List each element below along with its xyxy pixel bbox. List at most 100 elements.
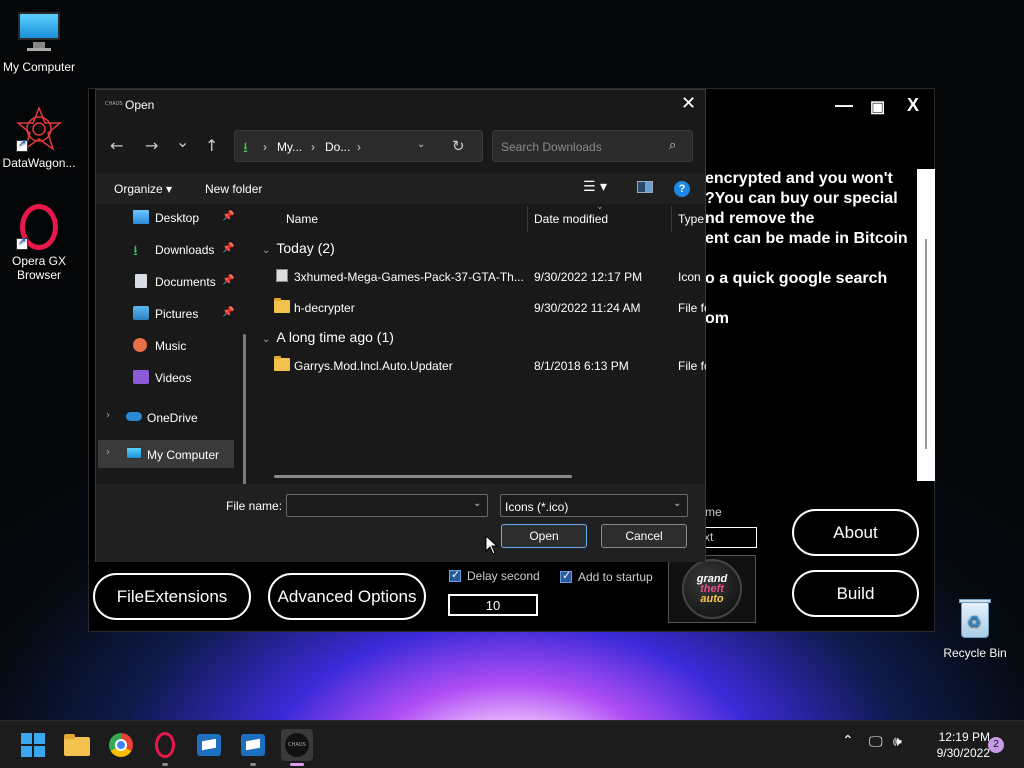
message-line: om	[705, 310, 729, 327]
network-icon[interactable]: 🖵	[869, 734, 883, 750]
delay-seconds-input[interactable]: 10	[448, 594, 538, 616]
group-header[interactable]: ⌄ A long time ago (1)	[262, 329, 394, 345]
nav-item-my-computer[interactable]: › My Computer	[98, 440, 234, 468]
cancel-button[interactable]: Cancel	[601, 524, 687, 548]
desktop-icon-my-computer[interactable]: My Computer	[0, 10, 78, 74]
breadcrumb[interactable]: My...	[277, 140, 302, 154]
volume-icon[interactable]: 🕪	[893, 734, 902, 750]
file-type-select[interactable]: Icons (*.ico) ⌄	[500, 494, 688, 517]
clock-date: 9/30/2022	[936, 746, 990, 760]
organize-menu[interactable]: Organize ▾	[114, 182, 172, 196]
help-icon[interactable]: ?	[674, 181, 690, 197]
group-label: Today (2)	[276, 240, 335, 256]
nav-item-music[interactable]: Music	[96, 332, 236, 358]
desktop-icon-label: Opera GX Browser	[11, 254, 67, 282]
folder-icon	[274, 298, 290, 313]
downloads-icon: ⭳	[133, 243, 138, 259]
chevron-right-icon: ›	[311, 140, 315, 154]
text-input[interactable]: xt	[699, 527, 757, 548]
close-button[interactable]: X	[907, 95, 919, 116]
desktop-icon-recycle-bin[interactable]: ♻ Recycle Bin	[936, 596, 1014, 660]
file-date: 9/30/2022 11:24 AM	[534, 301, 641, 315]
maximize-button[interactable]: ▣	[870, 97, 885, 117]
chevron-right-icon[interactable]: ›	[106, 410, 110, 421]
column-header-name[interactable]: Name	[286, 212, 318, 226]
delay-second-checkbox[interactable]: Delay second	[449, 568, 540, 583]
videos-icon	[133, 370, 149, 384]
column-divider[interactable]	[671, 206, 672, 232]
opera-gx-icon[interactable]	[151, 731, 179, 759]
column-header-type[interactable]: Type	[678, 212, 704, 226]
folder-icon	[274, 356, 290, 371]
new-folder-button[interactable]: New folder	[205, 182, 262, 196]
nav-item-onedrive[interactable]: › OneDrive	[96, 404, 236, 430]
dialog-title: Open	[125, 98, 155, 112]
file-row[interactable]: h-decrypter 9/30/2022 11:24 AM File fo	[256, 294, 706, 320]
group-header[interactable]: ⌄ Today (2)	[262, 240, 335, 256]
desktop-icon-datawagon[interactable]: DataWagon...	[0, 105, 78, 170]
chaos-app-icon[interactable]: CHAOS	[281, 729, 313, 761]
about-button[interactable]: About	[792, 509, 919, 556]
start-icon[interactable]	[19, 731, 47, 759]
nav-item-desktop[interactable]: Desktop 📌	[96, 204, 236, 230]
horizontal-scrollbar[interactable]	[274, 475, 572, 478]
view-options-icon[interactable]: ☰ ▾	[583, 179, 607, 195]
chevron-down-icon[interactable]: ⌄	[473, 498, 481, 509]
open-file-dialog: CHAOS Open ✕ ← → ⌄ ↑ ⭳ › My... › Do... ›…	[95, 89, 706, 562]
file-explorer-icon[interactable]	[63, 731, 91, 759]
search-box[interactable]: Search Downloads ⌕	[492, 130, 693, 162]
build-button[interactable]: Build	[792, 570, 919, 617]
clock[interactable]: 12:19 PM 9/30/2022	[920, 729, 990, 761]
refresh-icon[interactable]: ↻	[452, 137, 465, 155]
running-indicator	[162, 763, 168, 766]
file-type: File fo	[678, 359, 706, 373]
chevron-right-icon[interactable]: ›	[106, 447, 110, 458]
nav-item-videos[interactable]: Videos	[96, 364, 236, 390]
address-bar[interactable]: ⭳ › My... › Do... › ⌄	[234, 130, 483, 162]
sort-chevron-icon: ⌄	[596, 204, 604, 212]
dialog-title-bar[interactable]: CHAOS Open ✕	[96, 90, 705, 120]
nav-item-label: Documents	[155, 275, 216, 289]
nav-item-documents[interactable]: Documents 📌	[96, 268, 236, 294]
chrome-icon[interactable]	[107, 731, 135, 759]
breadcrumb[interactable]: Do...	[325, 140, 350, 154]
notification-badge[interactable]: 2	[988, 737, 1004, 753]
file-type: Icon	[678, 270, 701, 284]
back-arrow-icon[interactable]: ←	[110, 136, 123, 155]
nav-item-downloads[interactable]: ⭳ Downloads 📌	[96, 236, 236, 262]
dialog-footer: File name: ⌄ Icons (*.ico) ⌄ Open Cancel	[96, 484, 705, 562]
forward-arrow-icon[interactable]: →	[145, 136, 158, 155]
app-box-icon[interactable]	[195, 731, 223, 759]
chevron-up-icon[interactable]: ⌃	[842, 733, 854, 749]
column-header-date-modified[interactable]: Date modified	[534, 212, 608, 226]
column-divider[interactable]	[527, 206, 528, 232]
file-date: 8/1/2018 6:13 PM	[534, 359, 629, 373]
open-button[interactable]: Open	[501, 524, 587, 548]
close-icon[interactable]: ✕	[681, 93, 696, 114]
chaos-app-icon: CHAOS	[105, 101, 123, 107]
message-line	[705, 289, 920, 309]
file-type: File fo	[678, 301, 706, 315]
add-to-startup-checkbox[interactable]: Add to startup	[560, 569, 653, 584]
desktop-icon-opera-gx[interactable]: Opera GX Browser	[0, 204, 78, 282]
minimize-button[interactable]: —	[835, 95, 853, 116]
file-row[interactable]: Garrys.Mod.Incl.Auto.Updater 8/1/2018 6:…	[256, 352, 706, 378]
preview-pane-icon[interactable]	[637, 181, 653, 193]
icon-preview[interactable]: grand theft auto	[668, 555, 756, 623]
nav-item-label: Downloads	[155, 243, 215, 257]
advanced-options-button[interactable]: Advanced Options	[268, 573, 426, 620]
app-box-icon[interactable]	[239, 731, 267, 759]
pin-icon: 📌	[222, 307, 235, 318]
search-icon: ⌕	[669, 138, 677, 153]
file-row[interactable]: 3xhumed-Mega-Games-Pack-37-GTA-Th... 9/3…	[256, 263, 706, 289]
message-line: nd remove the	[705, 210, 815, 227]
file-extensions-button[interactable]: FileExtensions	[93, 573, 251, 620]
nav-item-pictures[interactable]: Pictures 📌	[96, 300, 236, 326]
recent-locations-icon[interactable]: ⌄	[176, 132, 189, 151]
chevron-down-icon[interactable]: ⌄	[417, 139, 425, 150]
message-scrollbar[interactable]	[917, 169, 935, 481]
file-name-input[interactable]: ⌄	[286, 494, 488, 517]
up-arrow-icon[interactable]: ↑	[205, 136, 218, 155]
nav-item-label: Pictures	[155, 307, 199, 321]
opera-gx-icon	[16, 204, 62, 250]
